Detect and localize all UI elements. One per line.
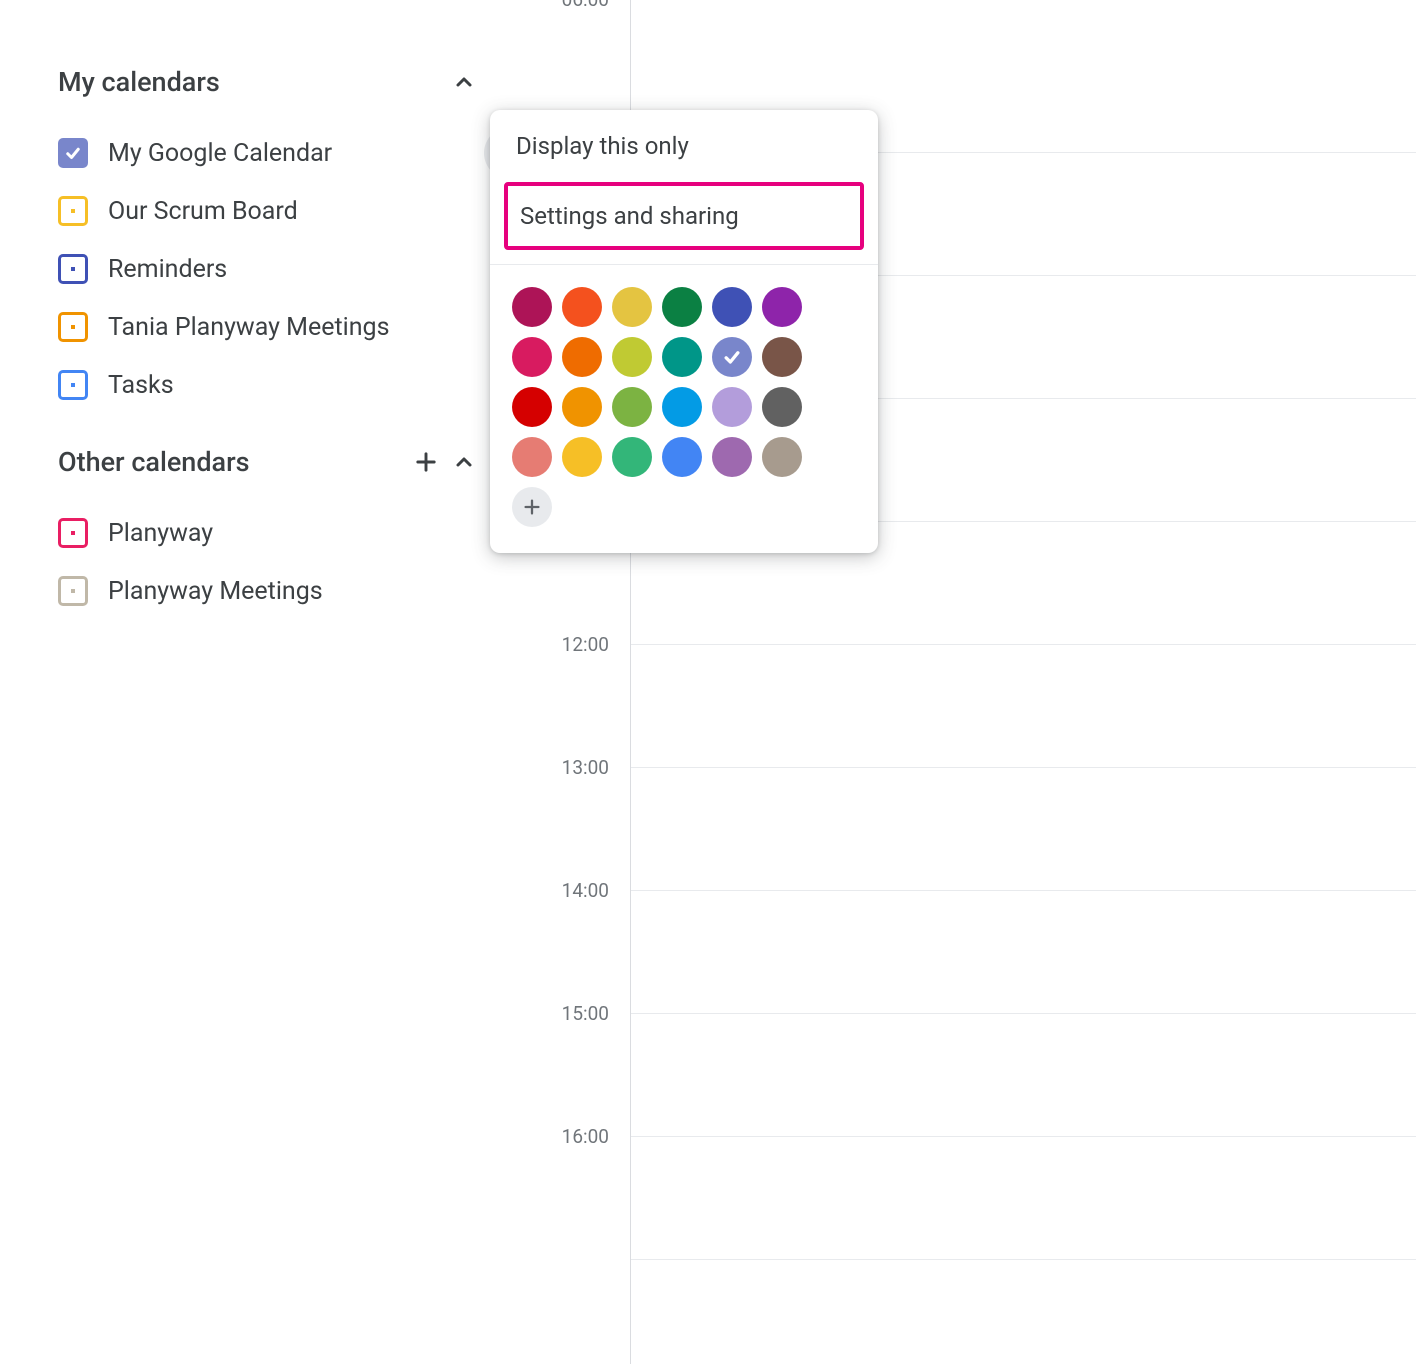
color-swatch[interactable] xyxy=(712,287,752,327)
calendar-item[interactable]: My Google Calendar xyxy=(58,124,478,182)
my-calendars-title: My calendars xyxy=(58,66,220,98)
calendar-item[interactable]: Reminders xyxy=(58,240,478,298)
color-swatch[interactable] xyxy=(612,337,652,377)
hour-row: 12:00 xyxy=(631,645,1416,768)
calendar-item[interactable]: Our Scrum Board xyxy=(58,182,478,240)
calendar-checkbox[interactable] xyxy=(58,576,88,606)
calendar-label: Tania Planyway Meetings xyxy=(108,313,389,342)
color-swatch[interactable] xyxy=(712,387,752,427)
add-calendar-icon[interactable] xyxy=(412,448,440,476)
add-custom-color-button[interactable] xyxy=(512,487,552,527)
calendar-label: Planyway xyxy=(108,519,213,548)
calendar-checkbox[interactable] xyxy=(58,518,88,548)
color-swatch[interactable] xyxy=(612,437,652,477)
hour-row: 15:00 xyxy=(631,1014,1416,1137)
calendar-label: My Google Calendar xyxy=(108,139,332,168)
color-swatch[interactable] xyxy=(612,387,652,427)
calendar-item[interactable]: Planyway xyxy=(58,504,478,562)
calendar-checkbox[interactable] xyxy=(58,312,88,342)
color-swatch[interactable] xyxy=(512,387,552,427)
display-this-only-menuitem[interactable]: Display this only xyxy=(490,110,878,182)
color-swatch[interactable] xyxy=(562,337,602,377)
calendar-checkbox[interactable] xyxy=(58,254,88,284)
calendar-item[interactable]: Planyway Meetings xyxy=(58,562,478,620)
hour-label: 15:00 xyxy=(545,1002,609,1025)
other-calendars-header[interactable]: Other calendars xyxy=(58,438,478,486)
my-calendars-header[interactable]: My calendars xyxy=(58,58,478,106)
color-swatch[interactable] xyxy=(662,337,702,377)
hour-label: 13:00 xyxy=(545,756,609,779)
calendar-options-popover: Display this only Settings and sharing xyxy=(490,110,878,553)
calendar-label: Tasks xyxy=(108,371,174,400)
hour-label: 12:00 xyxy=(545,633,609,656)
hour-label: 14:00 xyxy=(545,879,609,902)
color-swatch[interactable] xyxy=(712,437,752,477)
color-swatch[interactable] xyxy=(512,437,552,477)
chevron-up-icon[interactable] xyxy=(450,448,478,476)
calendar-label: Reminders xyxy=(108,255,227,284)
other-calendars-list: Planyway Planyway Meetings xyxy=(58,504,478,620)
color-swatch[interactable] xyxy=(512,287,552,327)
calendar-checkbox[interactable] xyxy=(58,196,88,226)
hour-row: 16:00 xyxy=(631,1137,1416,1260)
color-swatch[interactable] xyxy=(662,387,702,427)
color-swatch[interactable] xyxy=(562,287,602,327)
color-swatch[interactable] xyxy=(612,287,652,327)
hour-label: 16:00 xyxy=(545,1125,609,1148)
sidebar: My calendars My Google Calendar Our Scru… xyxy=(58,58,478,620)
color-swatch[interactable] xyxy=(512,337,552,377)
calendar-label: Our Scrum Board xyxy=(108,197,298,226)
color-swatch[interactable] xyxy=(662,287,702,327)
hour-row: 13:00 xyxy=(631,768,1416,891)
color-swatch[interactable] xyxy=(762,437,802,477)
other-calendars-title: Other calendars xyxy=(58,446,250,478)
color-swatch[interactable] xyxy=(762,337,802,377)
hour-row: 06:00 xyxy=(631,0,1416,30)
color-swatch[interactable] xyxy=(762,287,802,327)
color-swatch[interactable] xyxy=(562,387,602,427)
calendar-checkbox[interactable] xyxy=(58,138,88,168)
hour-row: 14:00 xyxy=(631,891,1416,1014)
color-swatch[interactable] xyxy=(562,437,602,477)
my-calendars-list: My Google Calendar Our Scrum Board Remin… xyxy=(58,124,478,414)
calendar-checkbox[interactable] xyxy=(58,370,88,400)
calendar-label: Planyway Meetings xyxy=(108,577,323,606)
chevron-up-icon[interactable] xyxy=(450,68,478,96)
calendar-item[interactable]: Tasks xyxy=(58,356,478,414)
hour-label: 06:00 xyxy=(545,0,609,11)
color-swatch[interactable] xyxy=(762,387,802,427)
color-picker xyxy=(490,265,878,553)
color-swatch[interactable] xyxy=(662,437,702,477)
color-swatch[interactable] xyxy=(712,337,752,377)
settings-and-sharing-menuitem[interactable]: Settings and sharing xyxy=(504,182,864,250)
calendar-item[interactable]: Tania Planyway Meetings xyxy=(58,298,478,356)
